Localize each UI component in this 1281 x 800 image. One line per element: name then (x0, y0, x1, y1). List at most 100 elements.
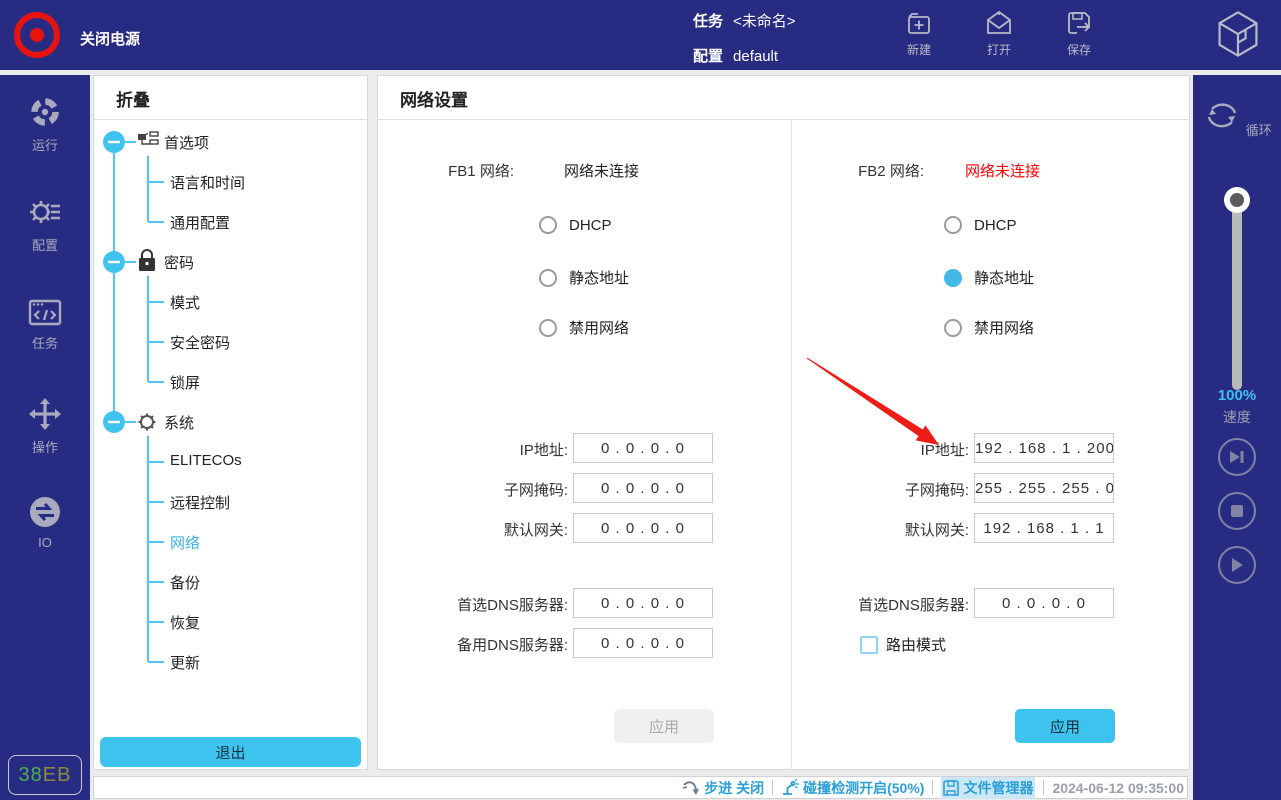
fb2-ip-row: IP地址: (792, 433, 1192, 463)
fb1-radio-disable[interactable]: 禁用网络 (539, 317, 629, 337)
tree-item-language-time[interactable]: 语言和时间 (170, 172, 245, 193)
exit-button[interactable]: 退出 (100, 737, 361, 767)
tree-item-mode[interactable]: 模式 (170, 292, 200, 313)
fb2-radio-disable-label: 禁用网络 (974, 320, 1034, 337)
fb2-radio-disable[interactable]: 禁用网络 (944, 317, 1034, 337)
checkbox-icon (860, 636, 878, 654)
config-value: default (733, 48, 778, 65)
loop-label: 循环 (1246, 123, 1272, 138)
collision-detect-status[interactable]: 碰撞检测开启(50%) (781, 778, 924, 798)
fb1-dns1-row: 首选DNS服务器: (378, 588, 791, 618)
nav-item-run[interactable]: 运行 (0, 95, 90, 154)
fb2-router-mode-checkbox[interactable]: 路由模式 (860, 634, 946, 655)
radio-checked-icon (944, 269, 962, 287)
power-status-icon[interactable] (14, 12, 60, 58)
fb1-dns2-row: 备用DNS服务器: (378, 628, 791, 658)
fb1-gateway-row: 默认网关: (378, 513, 791, 543)
tree-group-preferences[interactable]: 首选项 (164, 132, 209, 153)
fb1-radio-static[interactable]: 静态地址 (539, 267, 629, 287)
tree-item-restore[interactable]: 恢复 (170, 612, 200, 633)
nav-label-task: 任务 (32, 336, 58, 351)
power-off-button[interactable]: 关闭电源 (80, 28, 140, 49)
collapse-minus-icons (103, 131, 125, 433)
nav-item-io[interactable]: IO (0, 495, 90, 550)
nav-item-task[interactable]: 任务 (0, 297, 90, 352)
tree-group-system[interactable]: 系统 (164, 412, 194, 433)
settings-tree-panel: 折叠 首选项 语言和时间 通 (93, 75, 368, 770)
fb2-radio-dhcp-label: DHCP (974, 217, 1017, 234)
fb2-ip-input[interactable] (974, 433, 1114, 463)
step-mode-status[interactable]: 步进 关闭 (682, 778, 764, 798)
tree-item-remote-control[interactable]: 远程控制 (170, 492, 230, 513)
fb2-gateway-input[interactable] (974, 513, 1114, 543)
fb1-ip-input[interactable] (573, 433, 713, 463)
loop-mode-button[interactable]: 循环 (1193, 97, 1281, 139)
new-task-button[interactable]: 新建 (887, 8, 951, 58)
move-arrows-icon (28, 397, 62, 431)
collision-detect-text: 碰撞检测开启(50%) (803, 778, 924, 798)
top-bar: 关闭电源 任务<未命名> 配置 default 新建 打开 保存 (0, 0, 1281, 70)
fb1-column: FB1 网络: 网络未连接 DHCP 静态地址 禁用网络 IP地址: 子网掩码:… (378, 120, 791, 770)
task-label: 任务 (693, 13, 723, 30)
play-button[interactable] (1218, 546, 1256, 584)
tree-collapse-title[interactable]: 折叠 (116, 86, 150, 111)
hex-status-badge: 38EB (8, 755, 82, 795)
fb1-radio-disable-label: 禁用网络 (569, 320, 629, 337)
fb2-dns1-input[interactable] (974, 588, 1114, 618)
fb2-mask-input[interactable] (974, 473, 1114, 503)
status-bar: 步进 关闭 碰撞检测开启(50%) 文件管理器 2024-06-12 09:35… (93, 776, 1188, 799)
radio-icon (944, 216, 962, 234)
fb1-radio-dhcp-label: DHCP (569, 217, 612, 234)
nav-label-config: 配置 (32, 238, 58, 253)
step-next-button[interactable] (1218, 438, 1256, 476)
speed-slider-track[interactable] (1232, 195, 1242, 390)
datetime-display: 2024-06-12 09:35:00 (1052, 780, 1184, 796)
fb2-router-mode-label: 路由模式 (886, 637, 946, 654)
fb1-radio-dhcp[interactable]: DHCP (539, 216, 612, 236)
hex-badge-green: 38 (19, 764, 43, 787)
fb1-ip-label: IP地址: (398, 439, 568, 460)
stop-button[interactable] (1218, 492, 1256, 530)
tree-item-backup[interactable]: 备份 (170, 572, 200, 593)
separator (932, 780, 933, 795)
open-task-button[interactable]: 打开 (967, 8, 1031, 58)
tree-item-security-password[interactable]: 安全密码 (170, 332, 230, 353)
right-control-rail: 循环 100% 速度 (1193, 75, 1281, 800)
tree-item-update[interactable]: 更新 (170, 652, 200, 673)
io-arrows-icon (28, 495, 62, 529)
nav-item-operate[interactable]: 操作 (0, 397, 90, 456)
fb1-dns1-label: 首选DNS服务器: (398, 594, 568, 615)
page-title: 网络设置 (400, 86, 468, 111)
tree-item-elitecos[interactable]: ELITECOs (170, 452, 242, 469)
speed-slider-knob[interactable] (1224, 187, 1250, 213)
fb2-radio-dhcp[interactable]: DHCP (944, 216, 1017, 236)
hex-badge-olive: EB (43, 764, 72, 787)
open-folder-icon (984, 8, 1014, 38)
fb2-apply-button[interactable]: 应用 (1015, 709, 1115, 743)
fb1-apply-button[interactable]: 应用 (614, 709, 714, 743)
fb2-dns1-label: 首选DNS服务器: (812, 594, 969, 615)
tree-item-network[interactable]: 网络 (170, 532, 200, 553)
fb2-dns1-row: 首选DNS服务器: (792, 588, 1192, 618)
file-manager-icon (943, 780, 959, 796)
tree-group-password[interactable]: 密码 (164, 252, 194, 273)
file-manager-text: 文件管理器 (963, 778, 1033, 798)
fb1-dns1-input[interactable] (573, 588, 713, 618)
fb1-network-label: FB1 网络: (398, 160, 514, 181)
open-label: 打开 (967, 41, 1031, 58)
fb1-gateway-input[interactable] (573, 513, 713, 543)
nav-item-config[interactable]: 配置 (0, 195, 90, 254)
fb2-network-status: 网络未连接 (965, 160, 1040, 181)
fb2-radio-static[interactable]: 静态地址 (944, 267, 1034, 287)
task-row: 任务<未命名> (693, 10, 796, 31)
network-settings-panel: 网络设置 FB1 网络: 网络未连接 DHCP 静态地址 禁用网络 IP地址: … (377, 75, 1190, 770)
save-disk-icon (1064, 8, 1094, 38)
tree-item-general-config[interactable]: 通用配置 (170, 212, 230, 233)
fb1-mask-input[interactable] (573, 473, 713, 503)
save-task-button[interactable]: 保存 (1047, 8, 1111, 58)
tree-item-lock-screen[interactable]: 锁屏 (170, 372, 200, 393)
file-manager-button[interactable]: 文件管理器 (941, 777, 1035, 799)
config-label: 配置 (693, 48, 723, 65)
fb1-dns2-input[interactable] (573, 628, 713, 658)
robot-arm-icon (781, 779, 799, 797)
